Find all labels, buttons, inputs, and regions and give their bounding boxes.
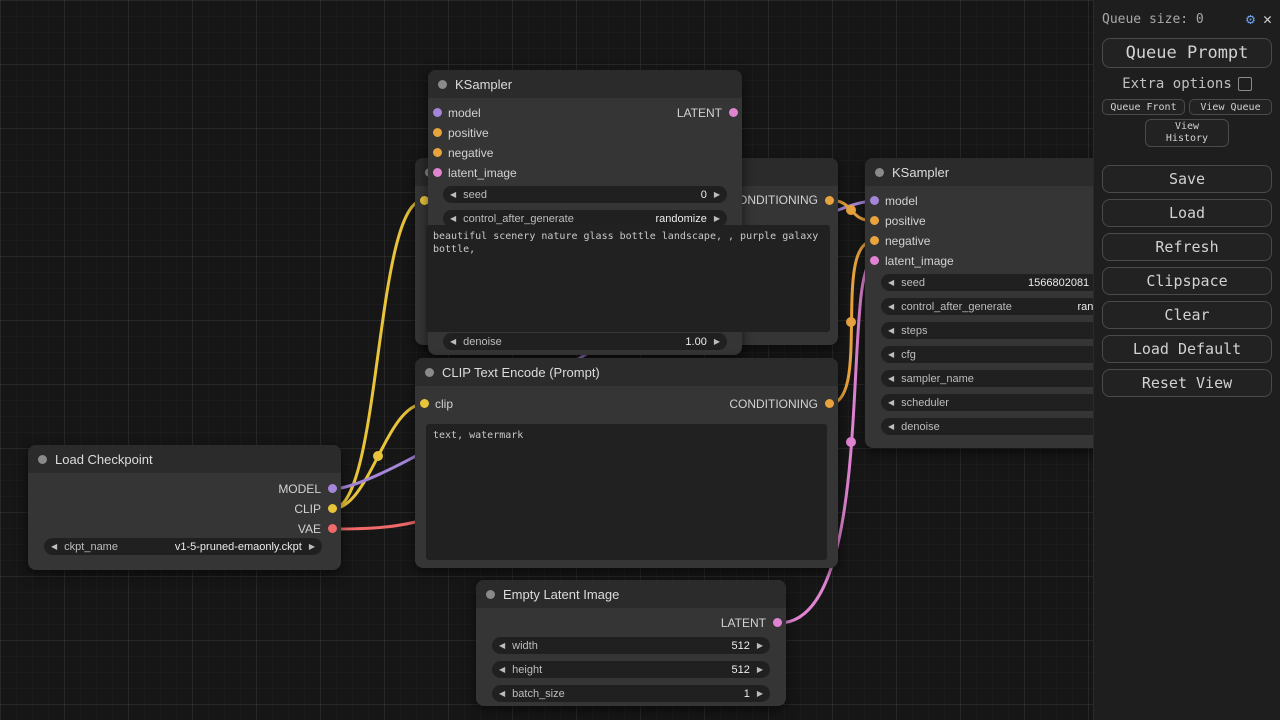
load-default-button[interactable]: Load Default <box>1102 335 1272 363</box>
refresh-button[interactable]: Refresh <box>1102 233 1272 261</box>
output-label-conditioning: CONDITIONING <box>729 396 818 412</box>
batch-size-widget[interactable]: ◀ batch_size 1 ▶ <box>492 685 770 702</box>
increment-arrow-icon[interactable]: ▶ <box>714 190 720 199</box>
input-socket-positive[interactable] <box>870 216 879 225</box>
input-label-latent-image: latent_image <box>885 253 954 269</box>
node-collapse-dot[interactable] <box>425 368 434 377</box>
decrement-arrow-icon[interactable]: ◀ <box>888 374 894 383</box>
output-socket-conditioning[interactable] <box>825 196 834 205</box>
settings-gear-icon[interactable]: ⚙ <box>1246 10 1255 28</box>
extra-options-label: Extra options <box>1122 76 1232 92</box>
increment-arrow-icon[interactable]: ▶ <box>714 337 720 346</box>
menu-header: Queue size: 0 ⚙ ✕ <box>1102 8 1272 30</box>
denoise-widget[interactable]: ◀ denoise 1.00 ▶ <box>443 333 727 350</box>
decrement-arrow-icon[interactable]: ◀ <box>888 398 894 407</box>
output-label-clip: CLIP <box>294 501 321 517</box>
decrement-arrow-icon[interactable]: ◀ <box>450 190 456 199</box>
comfy-menu-panel: Queue size: 0 ⚙ ✕ Queue Prompt Extra opt… <box>1093 0 1280 720</box>
increment-arrow-icon[interactable]: ▶ <box>714 214 720 223</box>
decrement-arrow-icon[interactable]: ◀ <box>450 337 456 346</box>
input-label-clip: clip <box>435 396 453 412</box>
input-label-positive: positive <box>448 125 489 141</box>
output-label-latent: LATENT <box>721 615 766 631</box>
output-socket-clip[interactable] <box>328 504 337 513</box>
input-label-negative: negative <box>448 145 493 161</box>
output-socket-latent[interactable] <box>773 618 782 627</box>
output-label-model: MODEL <box>278 481 321 497</box>
load-button[interactable]: Load <box>1102 199 1272 227</box>
next-arrow-icon[interactable]: ▶ <box>309 542 315 551</box>
input-socket-positive[interactable] <box>433 128 442 137</box>
width-widget[interactable]: ◀ width 512 ▶ <box>492 637 770 654</box>
node-load-checkpoint[interactable]: Load Checkpoint MODEL CLIP VAE ◀ ckpt_na… <box>28 445 341 570</box>
decrement-arrow-icon[interactable]: ◀ <box>888 326 894 335</box>
save-button[interactable]: Save <box>1102 165 1272 193</box>
node-title-bar[interactable]: Load Checkpoint <box>28 445 341 473</box>
input-label-model: model <box>885 193 918 209</box>
close-menu-icon[interactable]: ✕ <box>1263 10 1272 28</box>
prompt-textarea-negative[interactable]: text, watermark <box>426 424 827 560</box>
app-window: CLIP Text Encode (Prompt) clip CONDITION… <box>0 0 1280 720</box>
queue-buttons-row: Queue Front View Queue <box>1102 99 1272 115</box>
node-title: Load Checkpoint <box>55 452 153 467</box>
input-socket-latent-image[interactable] <box>433 168 442 177</box>
view-queue-button[interactable]: View Queue <box>1189 99 1272 115</box>
queue-front-button[interactable]: Queue Front <box>1102 99 1185 115</box>
extra-options-checkbox[interactable] <box>1238 77 1252 91</box>
input-label-latent-image: latent_image <box>448 165 517 181</box>
node-clip-text-encode-negative[interactable]: CLIP Text Encode (Prompt) clip CONDITION… <box>415 358 838 568</box>
input-socket-negative[interactable] <box>870 236 879 245</box>
increment-arrow-icon[interactable]: ▶ <box>757 689 763 698</box>
increment-arrow-icon[interactable]: ▶ <box>757 641 763 650</box>
node-collapse-dot[interactable] <box>438 80 447 89</box>
input-label-positive: positive <box>885 213 926 229</box>
view-history-button[interactable]: View History <box>1145 119 1229 147</box>
decrement-arrow-icon[interactable]: ◀ <box>499 665 505 674</box>
output-label-conditioning: CONDITIONING <box>729 192 818 208</box>
decrement-arrow-icon[interactable]: ◀ <box>888 302 894 311</box>
output-socket-latent[interactable] <box>729 108 738 117</box>
extra-options-row: Extra options <box>1102 76 1272 92</box>
prompt-textarea-positive[interactable]: beautiful scenery nature glass bottle la… <box>426 225 830 332</box>
output-label-latent: LATENT <box>677 105 722 121</box>
input-socket-latent-image[interactable] <box>870 256 879 265</box>
ckpt-name-widget[interactable]: ◀ ckpt_name v1-5-pruned-emaonly.ckpt ▶ <box>44 538 322 555</box>
decrement-arrow-icon[interactable]: ◀ <box>499 689 505 698</box>
input-label-negative: negative <box>885 233 930 249</box>
prev-arrow-icon[interactable]: ◀ <box>51 542 57 551</box>
input-socket-negative[interactable] <box>433 148 442 157</box>
node-collapse-dot[interactable] <box>486 590 495 599</box>
decrement-arrow-icon[interactable]: ◀ <box>888 278 894 287</box>
input-socket-clip[interactable] <box>420 399 429 408</box>
input-socket-model[interactable] <box>433 108 442 117</box>
queue-prompt-button[interactable]: Queue Prompt <box>1102 38 1272 68</box>
clear-button[interactable]: Clear <box>1102 301 1272 329</box>
output-label-vae: VAE <box>298 521 321 537</box>
node-collapse-dot[interactable] <box>875 168 884 177</box>
node-title-bar[interactable]: Empty Latent Image <box>476 580 786 608</box>
height-widget[interactable]: ◀ height 512 ▶ <box>492 661 770 678</box>
node-title-bar[interactable]: CLIP Text Encode (Prompt) <box>415 358 838 386</box>
input-socket-model[interactable] <box>870 196 879 205</box>
increment-arrow-icon[interactable]: ▶ <box>757 665 763 674</box>
output-socket-conditioning[interactable] <box>825 399 834 408</box>
node-empty-latent-image[interactable]: Empty Latent Image LATENT ◀ width 512 ▶ … <box>476 580 786 706</box>
node-title: KSampler <box>455 77 512 92</box>
clipspace-button[interactable]: Clipspace <box>1102 267 1272 295</box>
node-title: CLIP Text Encode (Prompt) <box>442 365 600 380</box>
output-socket-model[interactable] <box>328 484 337 493</box>
node-title: KSampler <box>892 165 949 180</box>
node-collapse-dot[interactable] <box>38 455 47 464</box>
decrement-arrow-icon[interactable]: ◀ <box>888 422 894 431</box>
output-socket-vae[interactable] <box>328 524 337 533</box>
input-label-model: model <box>448 105 481 121</box>
reset-view-button[interactable]: Reset View <box>1102 369 1272 397</box>
decrement-arrow-icon[interactable]: ◀ <box>888 350 894 359</box>
node-title: Empty Latent Image <box>503 587 619 602</box>
queue-size-label: Queue size: 0 <box>1102 12 1238 27</box>
node-title-bar[interactable]: KSampler <box>428 70 742 98</box>
decrement-arrow-icon[interactable]: ◀ <box>450 214 456 223</box>
decrement-arrow-icon[interactable]: ◀ <box>499 641 505 650</box>
seed-widget[interactable]: ◀ seed 0 ▶ <box>443 186 727 203</box>
